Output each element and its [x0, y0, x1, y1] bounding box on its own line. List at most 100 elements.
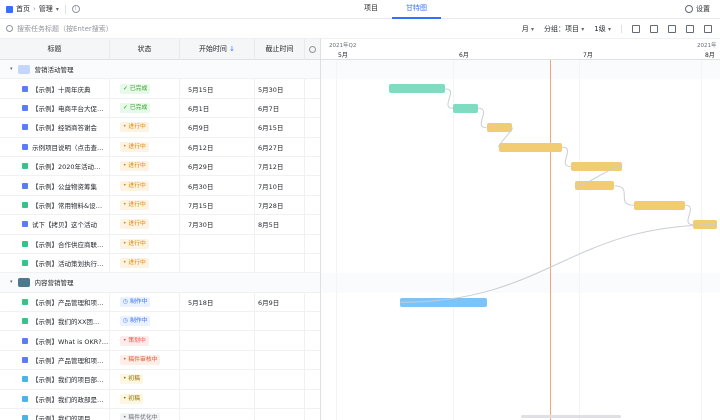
dependency-link[interactable]	[614, 185, 635, 206]
column-status[interactable]: 状态	[110, 38, 180, 60]
table-row[interactable]: 【示例】电商平台大促… ✓ 已完成 6月1日 6月7日	[0, 98, 320, 119]
end-date-cell[interactable]	[255, 331, 305, 350]
start-date-cell[interactable]: 7月15日	[180, 195, 255, 215]
dependency-link[interactable]	[445, 88, 454, 109]
table-row[interactable]: 示例项目说明（点击查… • 进行中 6月12日 6月27日	[0, 137, 320, 157]
start-date-cell[interactable]	[180, 350, 255, 370]
settings-button[interactable]: 设置	[685, 4, 710, 14]
title-cell[interactable]: 【示例】公益物资筹集	[0, 176, 110, 195]
table-row[interactable]: 【示例】公益物资筹集 • 进行中 6月30日 7月10日	[0, 176, 320, 196]
search-box[interactable]: 搜索任务标题（按Enter搜索）	[0, 24, 113, 34]
table-row[interactable]: 【示例】我们的XX团… ◷ 制作中	[0, 312, 320, 332]
title-cell[interactable]: 【示例】What is OKR?…	[0, 331, 110, 350]
status-cell[interactable]: ◷ 制作中	[110, 292, 180, 312]
start-date-cell[interactable]	[180, 331, 255, 350]
status-cell[interactable]: • 进行中	[110, 137, 180, 156]
chevron-down-icon[interactable]: ▾	[56, 6, 59, 13]
start-date-cell[interactable]: 6月12日	[180, 137, 255, 156]
table-row[interactable]: 【示例】常用物料&设… • 进行中 7月15日 7月28日	[0, 195, 320, 216]
dependency-link[interactable]	[562, 146, 571, 167]
table-row[interactable]: 【示例】我们的项目部… • 初稿	[0, 370, 320, 390]
status-cell[interactable]: • 进行中	[110, 215, 180, 234]
search-input[interactable]: 搜索任务标题（按Enter搜索）	[17, 24, 113, 34]
level-select[interactable]: 1级 ▾	[594, 24, 611, 34]
end-date-cell[interactable]	[255, 409, 305, 420]
end-date-cell[interactable]	[255, 253, 305, 273]
end-date-cell[interactable]	[255, 312, 305, 331]
title-cell[interactable]: 【示例】我们的XX团…	[0, 312, 110, 331]
title-cell[interactable]: 【示例】常用物料&设…	[0, 195, 110, 215]
start-date-cell[interactable]	[180, 312, 255, 331]
column-end[interactable]: 截止时间	[255, 38, 305, 60]
status-cell[interactable]: • 初稿	[110, 389, 180, 409]
title-cell[interactable]: 【示例】产品管理和项…	[0, 292, 110, 312]
start-date-cell[interactable]	[180, 253, 255, 273]
end-date-cell[interactable]: 7月28日	[255, 195, 305, 215]
dependency-link[interactable]	[400, 224, 717, 303]
start-date-cell[interactable]: 5月15日	[180, 79, 255, 98]
table-row[interactable]: 【示例】我们的项目… • 稿件优化中	[0, 409, 320, 420]
status-cell[interactable]: • 策划中	[110, 331, 180, 350]
start-date-cell[interactable]: 6月9日	[180, 118, 255, 137]
scale-select[interactable]: 月 ▾	[522, 24, 534, 34]
sort-icon[interactable]	[668, 25, 676, 33]
status-cell[interactable]: ✓ 已完成	[110, 79, 180, 98]
collapse-icon[interactable]	[650, 25, 658, 33]
title-cell[interactable]: 【示例】电商平台大促…	[0, 98, 110, 118]
end-date-cell[interactable]: 8月5日	[255, 215, 305, 234]
title-cell[interactable]: 【示例】我们的项目…	[0, 409, 110, 420]
table-row[interactable]: 【示例】经销商答谢会 • 进行中 6月9日 6月15日	[0, 118, 320, 138]
end-date-cell[interactable]: 6月7日	[255, 98, 305, 118]
group-row[interactable]: ▾ 内容营销管理	[0, 273, 320, 293]
table-row[interactable]: 【示例】2020年活动… • 进行中 6月29日 7月12日	[0, 156, 320, 177]
table-row[interactable]: 【示例】What is OKR?… • 策划中	[0, 331, 320, 351]
table-row[interactable]: 试下【拷贝】这个活动 • 进行中 7月30日 8月5日	[0, 215, 320, 235]
title-cell[interactable]: 【示例】我们的政部是…	[0, 389, 110, 409]
status-cell[interactable]: • 进行中	[110, 234, 180, 253]
status-cell[interactable]: • 初稿	[110, 370, 180, 389]
title-cell[interactable]: 试下【拷贝】这个活动	[0, 215, 110, 234]
table-row[interactable]: 【示例】十周年庆典 ✓ 已完成 5月15日 5月30日	[0, 79, 320, 99]
status-cell[interactable]: • 进行中	[110, 118, 180, 137]
filter-icon[interactable]	[686, 25, 694, 33]
group-row[interactable]: ▾ 营销活动管理	[0, 60, 320, 80]
status-cell[interactable]: • 进行中	[110, 253, 180, 273]
table-row[interactable]: 【示例】合作供应商联… • 进行中	[0, 234, 320, 254]
dependency-link[interactable]	[685, 204, 694, 226]
start-date-cell[interactable]: 6月30日	[180, 176, 255, 195]
group-select[interactable]: 分组：项目 ▾	[544, 24, 584, 34]
home-icon[interactable]	[6, 5, 13, 13]
end-date-cell[interactable]	[255, 234, 305, 253]
status-cell[interactable]: ◷ 制作中	[110, 312, 180, 331]
column-title[interactable]: 标题	[0, 38, 110, 60]
status-cell[interactable]: ✓ 已完成	[110, 98, 180, 118]
status-cell[interactable]: • 进行中	[110, 195, 180, 215]
tab-project[interactable]: 项目	[350, 0, 392, 19]
start-date-cell[interactable]: 6月1日	[180, 98, 255, 118]
tab-gantt[interactable]: 甘特图	[392, 0, 441, 19]
start-date-cell[interactable]	[180, 389, 255, 409]
title-cell[interactable]: 【示例】2020年活动…	[0, 156, 110, 176]
start-date-cell[interactable]: 5月18日	[180, 292, 255, 312]
end-date-cell[interactable]: 7月10日	[255, 176, 305, 195]
status-cell[interactable]: • 进行中	[110, 176, 180, 195]
end-date-cell[interactable]: 7月12日	[255, 156, 305, 176]
title-cell[interactable]: 【示例】活动策划执行…	[0, 253, 110, 273]
column-start[interactable]: 开始时间 ↓	[180, 38, 255, 60]
breadcrumb-current[interactable]: 管理	[39, 4, 53, 14]
horizontal-scrollbar[interactable]	[521, 415, 621, 418]
fullscreen-icon[interactable]	[632, 25, 640, 33]
end-date-cell[interactable]	[255, 370, 305, 389]
table-row[interactable]: 【示例】活动策划执行… • 进行中	[0, 253, 320, 274]
start-date-cell[interactable]: 6月29日	[180, 156, 255, 176]
title-cell[interactable]: 【示例】产品管理和项…	[0, 350, 110, 370]
status-cell[interactable]: • 稿件审核中	[110, 350, 180, 370]
end-date-cell[interactable]: 6月27日	[255, 137, 305, 156]
collapse-triangle-icon[interactable]: ▾	[10, 279, 13, 285]
end-date-cell[interactable]: 6月15日	[255, 118, 305, 137]
status-cell[interactable]: • 稿件优化中	[110, 409, 180, 420]
title-cell[interactable]: 【示例】经销商答谢会	[0, 118, 110, 137]
status-cell[interactable]: • 进行中	[110, 156, 180, 176]
title-cell[interactable]: 【示例】合作供应商联…	[0, 234, 110, 253]
dependency-link[interactable]	[574, 166, 623, 187]
